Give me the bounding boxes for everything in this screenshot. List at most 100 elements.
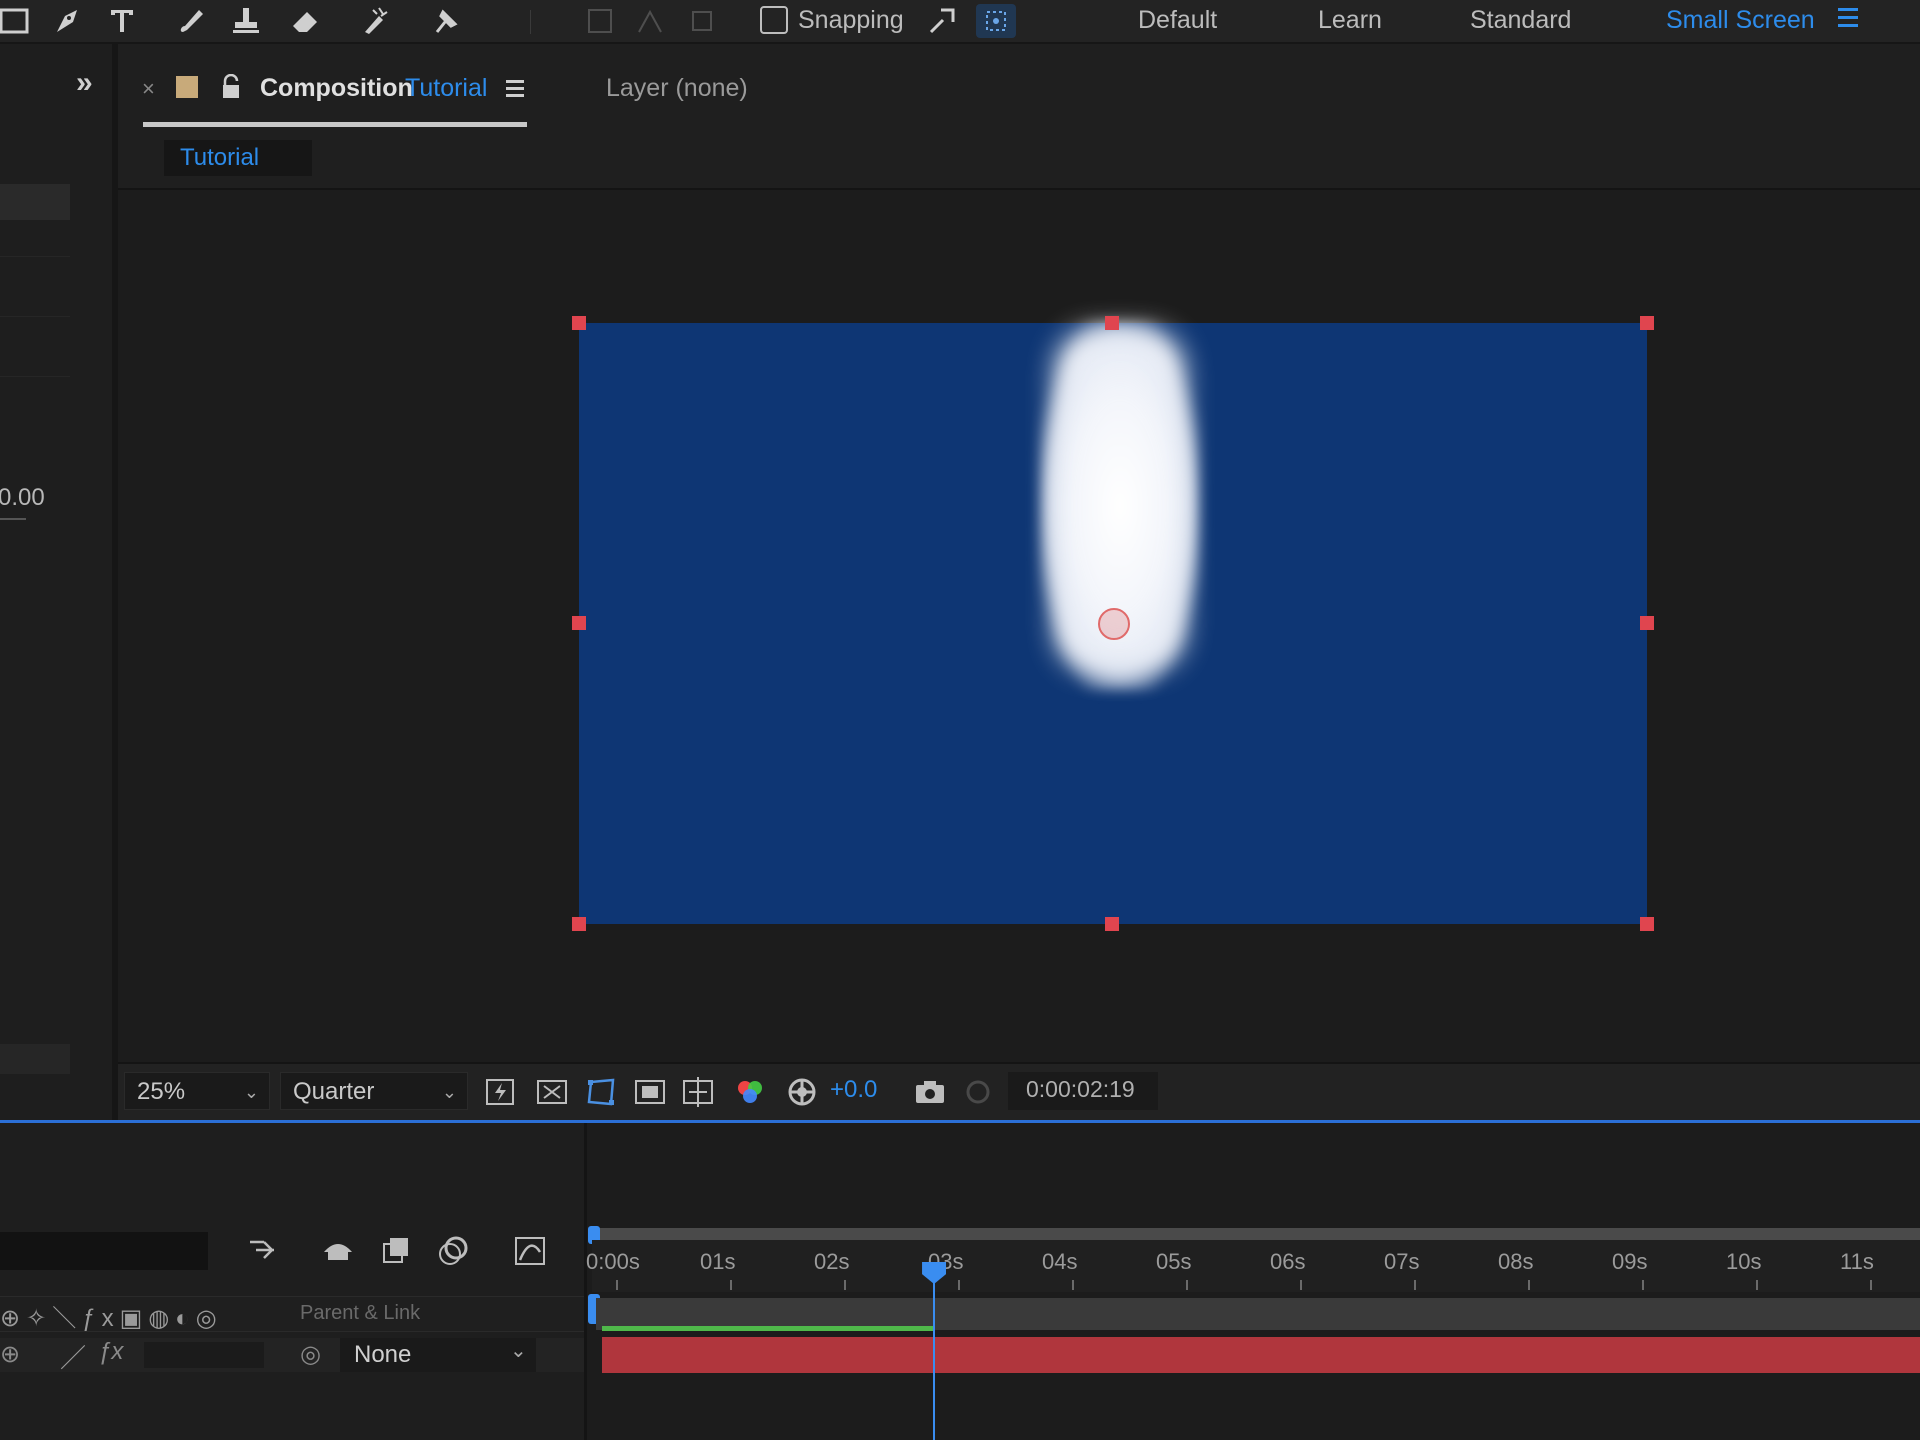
graph-editor-icon[interactable]	[512, 1232, 548, 1268]
composition-mini-flowchart-icon[interactable]	[246, 1232, 282, 1268]
ruler-tick	[1414, 1280, 1416, 1290]
ruler-tick-label: 07s	[1384, 1249, 1420, 1274]
workspace-small-screen[interactable]: Small Screen	[1666, 6, 1815, 35]
grid-guides-icon[interactable]	[680, 1074, 716, 1110]
eraser-icon[interactable]	[286, 4, 326, 38]
left-panel-divider	[0, 316, 70, 317]
left-panel: 0.00	[0, 44, 118, 1120]
ruler-tick-label: 08s	[1498, 1249, 1534, 1274]
ruler-tick-label: 06s	[1270, 1249, 1306, 1274]
rectangle-tool-icon[interactable]	[0, 4, 34, 38]
mask-visibility-icon[interactable]	[583, 1074, 619, 1110]
type-tool-icon[interactable]	[102, 4, 142, 38]
ruler-tick-label: 05s	[1156, 1249, 1192, 1274]
magnification-dropdown[interactable]: 25% ⌄	[124, 1072, 270, 1110]
resolution-dropdown[interactable]: Quarter ⌄	[280, 1072, 468, 1110]
layer-quality-switch-icon[interactable]: ／	[60, 1338, 86, 1375]
ruler-tick	[616, 1280, 618, 1290]
region-of-interest-icon[interactable]	[632, 1074, 668, 1110]
workspace-menu-icon[interactable]	[1838, 8, 1858, 30]
transform-handle-top-left[interactable]	[572, 316, 586, 330]
brush-tool-icon[interactable]	[172, 4, 212, 38]
pen-tool-icon[interactable]	[48, 4, 88, 38]
color-management-icon[interactable]	[784, 1074, 820, 1110]
chevron-down-icon: ⌄	[510, 1340, 527, 1362]
layer-effects-switch-icon[interactable]: ƒx	[98, 1338, 123, 1366]
transform-handle-right[interactable]	[1640, 616, 1654, 630]
transform-handle-top[interactable]	[1105, 316, 1119, 330]
transform-handle-left[interactable]	[572, 616, 586, 630]
transparency-grid-icon[interactable]	[534, 1074, 570, 1110]
layer-switch-boxes[interactable]	[144, 1342, 264, 1368]
workspace-standard[interactable]: Standard	[1470, 6, 1571, 35]
transform-handle-bottom-left[interactable]	[572, 917, 586, 931]
fast-previews-icon[interactable]	[482, 1074, 518, 1110]
ruler-tick-label: 02s	[814, 1249, 850, 1274]
color-channels-icon[interactable]	[732, 1074, 768, 1110]
puppet-tool-icon	[630, 4, 670, 38]
layer-duration-bar[interactable]	[602, 1337, 1920, 1373]
roto-brush-icon[interactable]	[356, 4, 396, 38]
exposure-value[interactable]: +0.0	[830, 1076, 877, 1104]
frame-blending-icon[interactable]	[378, 1232, 414, 1268]
composition-color-label-icon	[176, 76, 198, 98]
workspace-default[interactable]: Default	[1138, 6, 1217, 35]
hide-shy-layers-icon[interactable]	[320, 1232, 356, 1268]
anchor-point-icon[interactable]	[1098, 608, 1130, 640]
show-snapshot-icon	[960, 1074, 996, 1110]
chevron-down-icon: ⌄	[441, 1082, 457, 1102]
puppet-pin-icon[interactable]	[426, 4, 466, 38]
time-navigator-bar[interactable]	[592, 1228, 1920, 1240]
composition-navigator-bar	[118, 132, 1920, 190]
transform-handle-top-right[interactable]	[1640, 316, 1654, 330]
ruler-tick-label: 0:00s	[586, 1249, 640, 1274]
breadcrumb-tutorial[interactable]: Tutorial	[180, 144, 259, 172]
switches-header-icons: ⊕✧＼ƒx▣◍◐◎	[0, 1305, 223, 1332]
ruler-tick-label: 01s	[700, 1249, 736, 1274]
composition-tab-label[interactable]: Composition	[260, 74, 413, 103]
snap-to-edges-icon[interactable]	[976, 4, 1016, 38]
value-underline	[0, 518, 26, 520]
ruler-tick	[1300, 1280, 1302, 1290]
panel-menu-icon[interactable]	[506, 80, 524, 98]
transform-handle-bottom[interactable]	[1105, 917, 1119, 931]
timeline-layer-outline	[0, 1123, 587, 1440]
snapping-label: Snapping	[798, 6, 904, 34]
chevron-down-icon: ⌄	[243, 1082, 259, 1102]
lock-icon[interactable]	[220, 73, 242, 100]
ruler-tick	[1756, 1280, 1758, 1290]
toolbar-divider	[530, 10, 531, 34]
left-panel-divider	[0, 376, 70, 377]
ruler-tick	[1528, 1280, 1530, 1290]
ruler-tick-label: 04s	[1042, 1249, 1078, 1274]
workspace-learn[interactable]: Learn	[1318, 6, 1382, 35]
time-ruler[interactable]	[592, 1240, 1920, 1292]
expand-panels-icon[interactable]: »	[76, 66, 93, 100]
snap-options-icon[interactable]	[922, 4, 962, 38]
close-tab-icon[interactable]: ×	[142, 76, 155, 102]
resolution-value: Quarter	[293, 1078, 375, 1105]
parent-link-header: Parent & Link	[300, 1302, 421, 1324]
transform-handle-bottom-right[interactable]	[1640, 917, 1654, 931]
ruler-tick	[1072, 1280, 1074, 1290]
align-icon	[580, 4, 620, 38]
current-time-indicator[interactable]	[933, 1262, 936, 1440]
ruler-tick-label: 10s	[1726, 1249, 1762, 1274]
motion-blur-icon[interactable]	[436, 1232, 472, 1268]
snapping-checkbox[interactable]	[760, 6, 788, 34]
left-panel-divider	[0, 256, 70, 257]
pick-whip-icon[interactable]: ◎	[300, 1340, 321, 1369]
active-tab-underline	[143, 122, 527, 127]
layer-shy-switch-icon[interactable]: ⊕	[0, 1340, 20, 1369]
composition-tab-name[interactable]: Tutorial	[405, 74, 487, 103]
ruler-tick	[1870, 1280, 1872, 1290]
property-value[interactable]: 0.00	[0, 484, 45, 512]
top-toolbar: Snapping Default Learn Standard Small Sc…	[0, 0, 1920, 44]
cached-frames-indicator	[602, 1326, 935, 1331]
layer-tab[interactable]: Layer (none)	[606, 74, 748, 103]
snapshot-icon[interactable]	[912, 1074, 948, 1110]
clone-stamp-icon[interactable]	[226, 4, 266, 38]
ruler-tick-label: 11s	[1840, 1249, 1874, 1274]
ruler-tick	[1186, 1280, 1188, 1290]
layer-search-input[interactable]	[0, 1232, 208, 1270]
